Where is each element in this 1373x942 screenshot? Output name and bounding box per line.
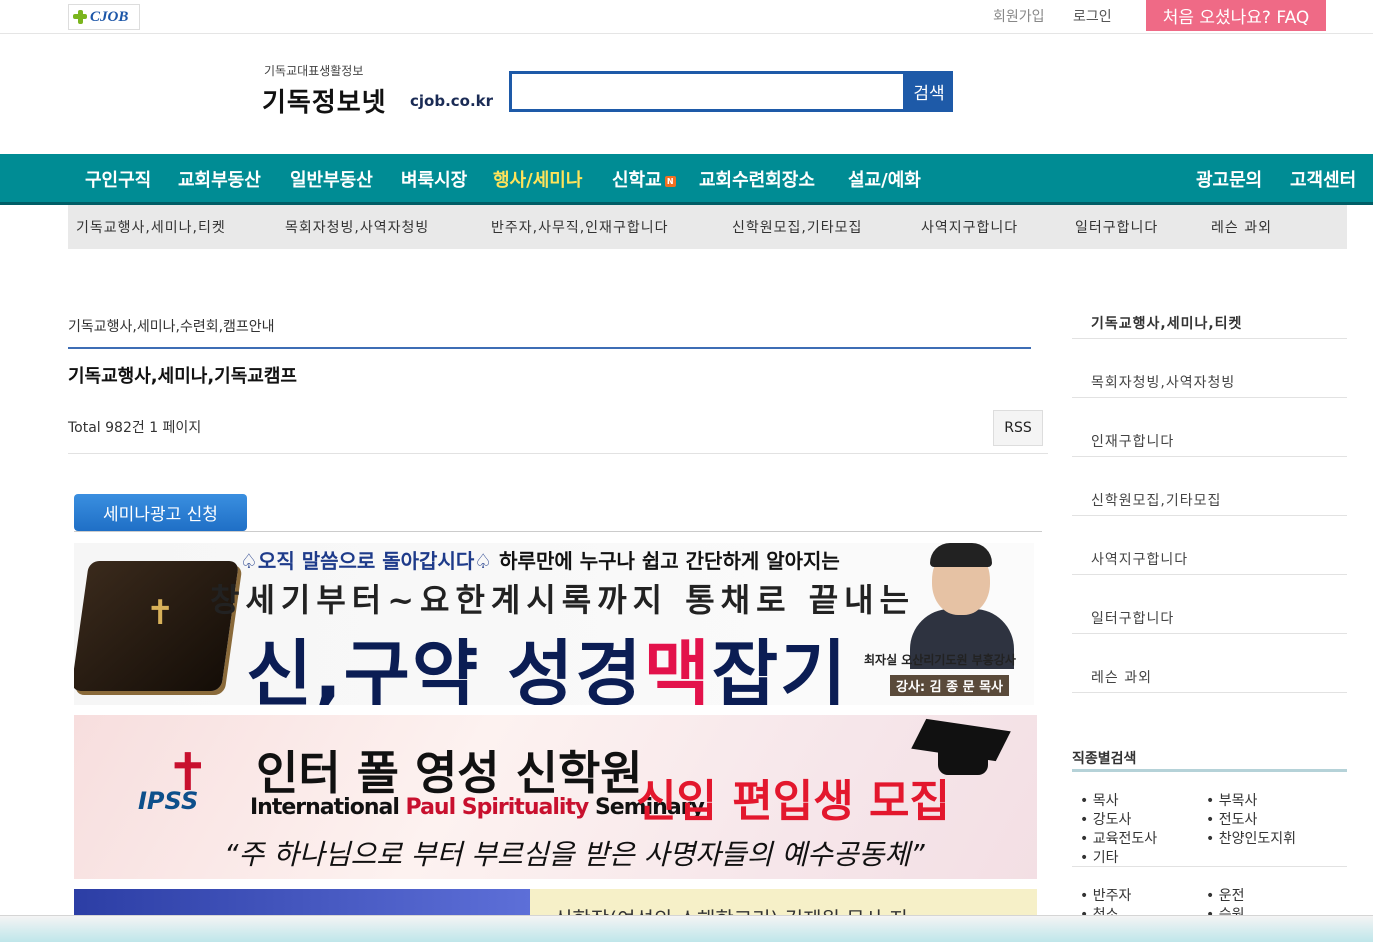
brand-domain: cjob.co.kr (410, 92, 494, 110)
banner1-title-a: 신,구약 성경 (246, 632, 644, 705)
divider (1072, 866, 1347, 867)
subnav-events-tickets[interactable]: 기독교행사,세미나,티켓 (76, 217, 226, 237)
brand-subtitle: 기독교대표생활정보 (264, 64, 364, 78)
sidebar-item-label: 일터구합니다 (1091, 611, 1175, 627)
board-title: 기독교행사,세미나,기독교캠프 (68, 366, 297, 387)
job-link[interactable]: 강도사 (1080, 809, 1132, 829)
banner1-headline: ♤오직 말씀으로 돌아갑시다♤ 하루만에 누구나 쉽고 간단하게 알아지는 (240, 545, 840, 574)
seminar-ad-apply-button[interactable]: 세미나광고 신청 (74, 494, 247, 531)
banner1-title-c: 잡기 (711, 632, 849, 705)
cjob-logo[interactable]: CJOB (68, 4, 140, 30)
nav-seminary[interactable]: 신학교 N (612, 166, 676, 192)
sidebar-item-label: 인재구합니다 (1091, 434, 1175, 450)
sidebar-item-label: 목회자청빙,사역자청빙 (1091, 375, 1236, 391)
search-button[interactable]: 검색 (905, 71, 953, 112)
sidebar-item-label: 사역지구합니다 (1091, 552, 1189, 568)
sub-nav: 기독교행사,세미나,티켓 목회자청빙,사역자청빙 반주자,사무직,인재구합니다 … (68, 205, 1347, 249)
search-input[interactable] (512, 74, 903, 109)
job-link[interactable]: 찬양인도지휘 (1206, 828, 1296, 848)
subnav-staff-wanted[interactable]: 반주자,사무직,인재구합니다 (491, 217, 668, 237)
cross-icon: ✝ (146, 593, 175, 633)
breadcrumb-divider (68, 347, 1031, 349)
speaker-name: 강사: 김 종 문 목사 (890, 675, 1010, 696)
subnav-workplace-wanted[interactable]: 일터구합니다 (1075, 217, 1158, 237)
banner1-slogan: ♤오직 말씀으로 돌아갑시다♤ (240, 549, 493, 573)
nav-ad-inquiry[interactable]: 광고문의 (1196, 166, 1262, 192)
nav-retreat-places[interactable]: 교회수련회장소 (699, 166, 815, 192)
main-nav: 구인구직 교회부동산 일반부동산 벼룩시장 행사/세미나 신학교 N 교회수련회장… (0, 154, 1373, 205)
banner-bible-seminar[interactable]: ✝ ♤오직 말씀으로 돌아갑시다♤ 하루만에 누구나 쉽고 간단하게 알아지는 … (74, 543, 1034, 705)
login-link[interactable]: 로그인 (1073, 6, 1112, 26)
nav-events-seminar[interactable]: 행사/세미나 (493, 166, 582, 192)
eng-word: Spirituality (461, 795, 595, 820)
nav-jobs[interactable]: 구인구직 (85, 166, 151, 192)
browser-bottom-bar (0, 915, 1373, 942)
speaker-photo (904, 543, 1014, 669)
job-link[interactable]: 기타 (1080, 847, 1119, 867)
sidebar-item-label: 레슨 과외 (1091, 670, 1152, 686)
sidebar-item-ministry[interactable]: 사역지구합니다 (1072, 516, 1347, 575)
banner1-title-b: 맥 (643, 632, 712, 705)
sidebar-item-seminary[interactable]: 신학원모집,기타모집 (1072, 457, 1347, 516)
total-count: Total 982건 1 페이지 (68, 420, 202, 436)
subnav-pastor-hiring[interactable]: 목회자청빙,사역자청빙 (285, 217, 429, 237)
sidebar-item-events[interactable]: 기독교행사,세미나,티켓 (1072, 298, 1347, 339)
banner2-recruit: 신입 편입생 모집 (636, 776, 950, 827)
new-badge-icon: N (664, 175, 676, 187)
banner1-subslogan: 하루만에 누구나 쉽고 간단하게 알아지는 (492, 549, 840, 573)
eng-word: Paul (405, 795, 462, 820)
banner2-title: 인터 폴 영성 신학원 (256, 746, 643, 800)
subnav-seminary-recruit[interactable]: 신학원모집,기타모집 (732, 217, 862, 237)
nav-general-realestate[interactable]: 일반부동산 (290, 166, 373, 192)
sidebar-item-talent[interactable]: 인재구합니다 (1072, 398, 1347, 457)
sidebar-item-label: 기독교행사,세미나,티켓 (1091, 316, 1243, 332)
speaker-caption: 최자실 오산리기도원 부흥강사 (864, 653, 1016, 667)
eng-word: International (250, 795, 406, 820)
subnav-lessons[interactable]: 레슨 과외 (1211, 217, 1272, 237)
nav-flea-market[interactable]: 벼룩시장 (401, 166, 467, 192)
search-box (509, 71, 906, 112)
banner1-title: 신,구약 성경맥잡기 (246, 615, 848, 705)
cross-logo-icon (73, 10, 87, 24)
job-search-divider (1072, 769, 1347, 772)
job-link[interactable]: 운전 (1206, 885, 1245, 905)
rss-button[interactable]: RSS (993, 410, 1043, 446)
job-link[interactable]: 목사 (1080, 790, 1119, 810)
nav-church-realestate[interactable]: 교회부동산 (178, 166, 261, 192)
banner-ipss-seminary[interactable]: ✝ IPSS 인터 폴 영성 신학원 International Paul Sp… (74, 715, 1037, 879)
nav-sermons[interactable]: 설교/예화 (848, 166, 921, 192)
join-link[interactable]: 회원가입 (993, 6, 1045, 26)
breadcrumb: 기독교행사,세미나,수련회,캠프안내 (68, 319, 275, 335)
divider (68, 453, 1048, 454)
sidebar-item-lessons[interactable]: 레슨 과외 (1072, 634, 1347, 693)
faq-button[interactable]: 처음 오셨나요? FAQ (1146, 0, 1326, 31)
sidebar-item-workplace[interactable]: 일터구합니다 (1072, 575, 1347, 634)
logo-text: CJOB (90, 8, 129, 25)
banner2-quote: “주 하나님으로 부터 부르심을 받은 사명자들의 예수공동체” (224, 838, 925, 871)
job-search-title: 직종별검색 (1072, 751, 1137, 767)
sidebar-item-pastor-hiring[interactable]: 목회자청빙,사역자청빙 (1072, 339, 1347, 398)
divider (74, 531, 1042, 532)
ipss-logo: IPSS (138, 787, 199, 815)
job-link[interactable]: 전도사 (1206, 809, 1258, 829)
brand-title: 기독정보넷 (262, 88, 387, 118)
job-link[interactable]: 부목사 (1206, 790, 1258, 810)
nav-customer-center[interactable]: 고객센터 (1290, 166, 1356, 192)
sidebar-item-label: 신학원모집,기타모집 (1091, 493, 1222, 509)
nav-seminary-label: 신학교 (612, 170, 662, 191)
graduation-cap-icon (911, 715, 1011, 775)
subnav-ministry-wanted[interactable]: 사역지구합니다 (921, 217, 1018, 237)
job-link[interactable]: 반주자 (1080, 885, 1132, 905)
top-bar: CJOB 회원가입 로그인 처음 오셨나요? FAQ (0, 0, 1373, 34)
job-link[interactable]: 교육전도사 (1080, 828, 1157, 848)
